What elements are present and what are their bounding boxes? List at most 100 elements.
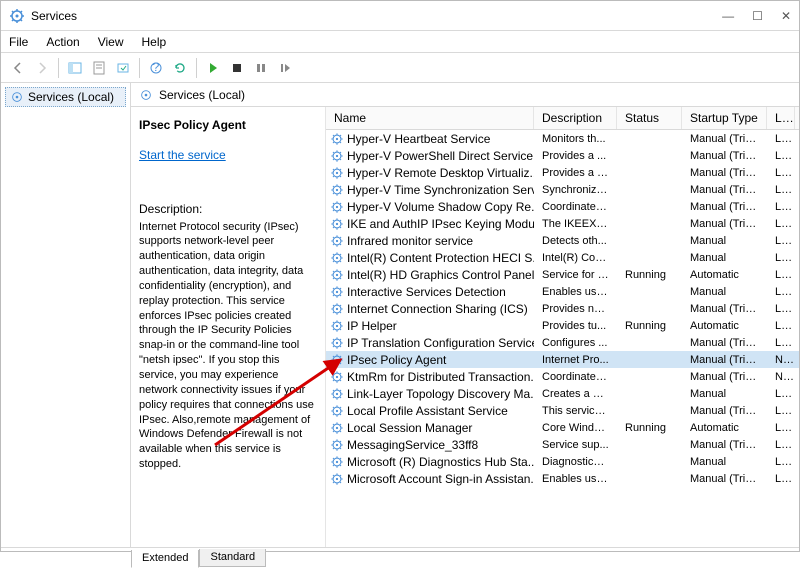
cell-startup: Manual (Trig... <box>682 336 767 350</box>
help-button[interactable]: ? <box>145 57 167 79</box>
col-header-description[interactable]: Description <box>534 107 617 129</box>
content-body: IPsec Policy Agent Start the service Des… <box>131 107 799 547</box>
col-header-name[interactable]: Name <box>326 107 534 129</box>
service-row[interactable]: Microsoft Account Sign-in Assistan...Ena… <box>326 470 799 487</box>
cell-name: Microsoft (R) Diagnostics Hub Sta... <box>326 454 534 470</box>
cell-startup: Manual (Trig... <box>682 302 767 316</box>
cell-startup: Automatic <box>682 319 767 333</box>
cell-logon: Loc <box>767 200 795 214</box>
tree-pane: Services (Local) <box>1 83 131 547</box>
toolbar: ? <box>1 53 799 83</box>
description-text: Internet Protocol security (IPsec) suppo… <box>139 220 317 472</box>
show-hide-tree-button[interactable] <box>64 57 86 79</box>
cell-status <box>617 223 682 225</box>
service-row[interactable]: Local Profile Assistant ServiceThis serv… <box>326 402 799 419</box>
description-label: Description: <box>139 201 317 217</box>
tree-item-services-local[interactable]: Services (Local) <box>5 87 126 107</box>
gear-icon <box>330 183 344 197</box>
service-row[interactable]: IP HelperProvides tu...RunningAutomaticL… <box>326 317 799 334</box>
start-service-link[interactable]: Start the service <box>139 147 226 163</box>
cell-status <box>617 189 682 191</box>
gear-icon <box>330 251 344 265</box>
cell-logon: Loc <box>767 302 795 316</box>
service-row[interactable]: MessagingService_33ff8Service sup...Manu… <box>326 436 799 453</box>
cell-description: Detects oth... <box>534 234 617 248</box>
toolbar-separator <box>58 58 59 78</box>
cell-description: Internet Pro... <box>534 353 617 367</box>
menubar: File Action View Help <box>1 31 799 53</box>
cell-name: IPsec Policy Agent <box>326 352 534 368</box>
content-header-title: Services (Local) <box>159 88 245 102</box>
stop-service-button[interactable] <box>226 57 248 79</box>
cell-description: Service sup... <box>534 438 617 452</box>
col-header-startup[interactable]: Startup Type <box>682 107 767 129</box>
service-row[interactable]: Infrared monitor serviceDetects oth...Ma… <box>326 232 799 249</box>
service-list: Name Description Status Startup Type Log… <box>326 107 799 547</box>
service-row[interactable]: Intel(R) HD Graphics Control Panel...Ser… <box>326 266 799 283</box>
service-row[interactable]: Interactive Services DetectionEnables us… <box>326 283 799 300</box>
service-row[interactable]: Intel(R) Content Protection HECI S...Int… <box>326 249 799 266</box>
cell-startup: Automatic <box>682 268 767 282</box>
cell-startup: Manual (Trig... <box>682 149 767 163</box>
gear-icon <box>330 234 344 248</box>
gear-icon <box>330 132 344 146</box>
menu-view[interactable]: View <box>98 35 124 49</box>
cell-status <box>617 172 682 174</box>
cell-name: Hyper-V Heartbeat Service <box>326 131 534 147</box>
menu-help[interactable]: Help <box>142 35 167 49</box>
cell-name: Hyper-V Remote Desktop Virtualiz... <box>326 165 534 181</box>
cell-status: Running <box>617 319 682 333</box>
service-row[interactable]: IPsec Policy AgentInternet Pro...Manual … <box>326 351 799 368</box>
cell-name: Internet Connection Sharing (ICS) <box>326 301 534 317</box>
cell-name: Link-Layer Topology Discovery Ma... <box>326 386 534 402</box>
tab-extended[interactable]: Extended <box>131 550 199 568</box>
cell-logon: Loc <box>767 472 795 486</box>
content-header: Services (Local) <box>131 83 799 107</box>
service-row[interactable]: Microsoft (R) Diagnostics Hub Sta...Diag… <box>326 453 799 470</box>
cell-name: Microsoft Account Sign-in Assistan... <box>326 471 534 487</box>
col-header-logon[interactable]: Log <box>767 107 795 129</box>
cell-status <box>617 291 682 293</box>
forward-button[interactable] <box>31 57 53 79</box>
minimize-button[interactable]: — <box>722 9 734 23</box>
cell-description: Monitors th... <box>534 132 617 146</box>
cell-logon: Loc <box>767 421 795 435</box>
gear-icon <box>10 90 24 104</box>
cell-status: Running <box>617 268 682 282</box>
service-row[interactable]: IKE and AuthIP IPsec Keying Modu...The I… <box>326 215 799 232</box>
menu-file[interactable]: File <box>9 35 28 49</box>
close-button[interactable]: ✕ <box>781 9 791 23</box>
cell-description: Provides a p... <box>534 166 617 180</box>
cell-description: Creates a N... <box>534 387 617 401</box>
cell-name: Intel(R) Content Protection HECI S... <box>326 250 534 266</box>
pause-service-button[interactable] <box>250 57 272 79</box>
col-header-status[interactable]: Status <box>617 107 682 129</box>
selected-service-name: IPsec Policy Agent <box>139 117 317 133</box>
cell-logon: Loc <box>767 455 795 469</box>
gear-icon <box>139 88 153 102</box>
service-rows[interactable]: Hyper-V Heartbeat ServiceMonitors th... M… <box>326 130 799 547</box>
detail-pane: IPsec Policy Agent Start the service Des… <box>131 107 326 547</box>
restart-service-button[interactable] <box>274 57 296 79</box>
service-row[interactable]: Internet Connection Sharing (ICS)Provide… <box>326 300 799 317</box>
start-service-button[interactable] <box>202 57 224 79</box>
back-button[interactable] <box>7 57 29 79</box>
service-row[interactable]: Link-Layer Topology Discovery Ma...Creat… <box>326 385 799 402</box>
refresh-button[interactable] <box>169 57 191 79</box>
maximize-button[interactable]: ☐ <box>752 9 763 23</box>
service-row[interactable]: Hyper-V Remote Desktop Virtualiz...Provi… <box>326 164 799 181</box>
service-row[interactable]: Hyper-V Heartbeat ServiceMonitors th...M… <box>326 130 799 147</box>
service-row[interactable]: Hyper-V Volume Shadow Copy Re...Coordina… <box>326 198 799 215</box>
menu-action[interactable]: Action <box>46 35 79 49</box>
service-row[interactable]: KtmRm for Distributed Transaction...Coor… <box>326 368 799 385</box>
service-row[interactable]: Hyper-V PowerShell Direct ServiceProvide… <box>326 147 799 164</box>
service-row[interactable]: IP Translation Configuration ServiceConf… <box>326 334 799 351</box>
export-list-button[interactable] <box>112 57 134 79</box>
properties-button[interactable] <box>88 57 110 79</box>
cell-startup: Automatic <box>682 421 767 435</box>
cell-startup: Manual (Trig... <box>682 217 767 231</box>
cell-startup: Manual <box>682 387 767 401</box>
service-row[interactable]: Local Session ManagerCore Windo...Runnin… <box>326 419 799 436</box>
cell-name: Local Profile Assistant Service <box>326 403 534 419</box>
service-row[interactable]: Hyper-V Time Synchronization Serv...Sync… <box>326 181 799 198</box>
